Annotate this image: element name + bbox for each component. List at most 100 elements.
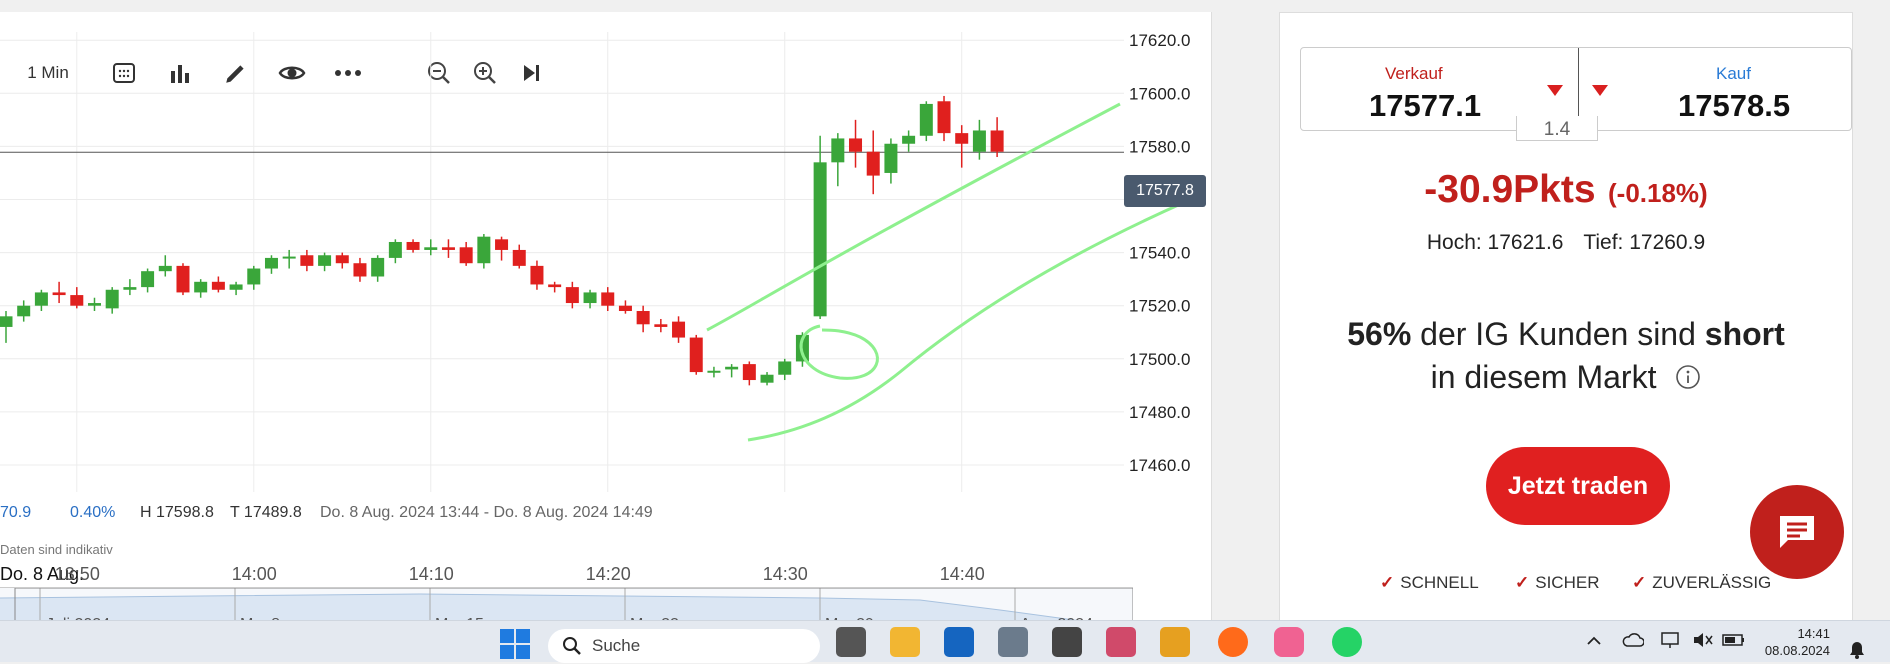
candle-body — [972, 130, 986, 152]
candle-body — [530, 265, 544, 285]
candle-body — [601, 292, 615, 306]
trade-now-button[interactable]: Jetzt traden — [1486, 447, 1670, 525]
candlestick-chart[interactable]: 17620.017600.017580.017560.017540.017520… — [0, 12, 1211, 572]
app-pen-icon[interactable] — [1160, 627, 1190, 657]
candle[interactable] — [441, 239, 455, 258]
candle[interactable] — [371, 255, 385, 282]
task-view-icon[interactable] — [836, 627, 866, 657]
clock[interactable]: 14:41 08.08.2024 — [1750, 625, 1830, 659]
candle[interactable] — [194, 279, 208, 298]
candle-body — [105, 289, 119, 309]
candle-body — [194, 281, 208, 293]
snipping-tool-icon[interactable] — [1106, 627, 1136, 657]
file-explorer-icon[interactable] — [890, 627, 920, 657]
candle[interactable] — [52, 281, 66, 304]
candle[interactable] — [937, 95, 951, 142]
candle[interactable] — [654, 318, 668, 333]
candle[interactable] — [672, 316, 686, 343]
candle[interactable] — [778, 358, 792, 381]
candle[interactable] — [211, 276, 225, 293]
candle[interactable] — [176, 263, 190, 296]
candle[interactable] — [105, 287, 119, 314]
x-tick-label: 14:40 — [939, 564, 985, 584]
candle-body — [229, 284, 243, 290]
taskbar-search[interactable]: Suche — [548, 629, 820, 663]
candle[interactable] — [141, 268, 155, 293]
candle[interactable] — [512, 244, 526, 269]
candle[interactable] — [34, 289, 48, 312]
candle[interactable] — [831, 133, 845, 187]
network-icon[interactable] — [1660, 631, 1682, 654]
candle[interactable] — [318, 252, 332, 272]
volume-muted-icon[interactable] — [1692, 631, 1714, 654]
client-sentiment: 56% der IG Kunden sind short in diesem M… — [1280, 313, 1852, 401]
outlook-icon[interactable] — [944, 627, 974, 657]
candle[interactable] — [601, 287, 615, 312]
candle[interactable] — [760, 372, 774, 386]
candle[interactable] — [689, 334, 703, 375]
candle[interactable] — [707, 366, 721, 378]
candle-body — [548, 284, 562, 288]
candle[interactable] — [335, 252, 349, 269]
candle-body — [618, 305, 632, 312]
candle[interactable] — [158, 255, 172, 277]
candle[interactable] — [229, 281, 243, 296]
candle[interactable] — [902, 130, 916, 152]
candle[interactable] — [70, 287, 84, 309]
high-low: Hoch: 17621.6 Tief: 17260.9 — [1280, 231, 1852, 255]
candle[interactable] — [866, 130, 880, 195]
start-icon[interactable] — [500, 629, 530, 659]
candle[interactable] — [565, 281, 579, 309]
x-tick-label: 14:10 — [408, 564, 454, 584]
candle[interactable] — [123, 279, 137, 296]
chat-button[interactable] — [1750, 485, 1844, 579]
feature-label: ZUVERLÄSSIG — [1652, 573, 1772, 592]
candle-body — [335, 255, 349, 264]
whatsapp-icon[interactable] — [1332, 627, 1362, 657]
candle[interactable] — [406, 239, 420, 253]
candle[interactable] — [17, 300, 31, 322]
candle[interactable] — [972, 119, 986, 160]
app-robot-icon[interactable] — [1052, 627, 1082, 657]
candle[interactable] — [849, 119, 863, 168]
cloud-icon[interactable] — [1622, 633, 1645, 652]
candle[interactable] — [990, 117, 1004, 158]
candle[interactable] — [477, 234, 491, 269]
candle[interactable] — [530, 260, 544, 290]
candle[interactable] — [548, 281, 562, 293]
chart-panel[interactable]: 1 Min 17620.0 17600.0 17580.0 17540.0 17… — [0, 12, 1212, 620]
buy-label: Kauf — [1716, 64, 1751, 83]
candle[interactable] — [636, 305, 650, 333]
battery-icon[interactable] — [1722, 631, 1746, 654]
stat-range: Do. 8 Aug. 2024 13:44 - Do. 8 Aug. 2024 … — [320, 504, 653, 521]
candle[interactable] — [247, 265, 261, 290]
music-icon[interactable] — [1274, 627, 1304, 657]
firefox-icon[interactable] — [1218, 627, 1248, 657]
candle-body — [247, 268, 261, 285]
candle-body — [583, 292, 597, 304]
candle[interactable] — [353, 257, 367, 282]
candle-body — [52, 292, 66, 296]
candle[interactable] — [495, 236, 509, 261]
candle[interactable] — [300, 249, 314, 272]
chevron-up-icon[interactable] — [1586, 633, 1602, 651]
y-tick-label: 17600.0 — [1129, 84, 1190, 103]
candle[interactable] — [87, 297, 101, 312]
buy-quote[interactable]: Kauf 17578.5 — [1578, 48, 1853, 130]
candle-body — [406, 241, 420, 250]
candle[interactable] — [725, 364, 739, 378]
candle[interactable] — [884, 138, 898, 184]
candle[interactable] — [264, 255, 278, 274]
info-icon[interactable] — [1675, 358, 1701, 401]
candle[interactable] — [919, 101, 933, 142]
calculator-icon[interactable] — [998, 627, 1028, 657]
navigator-strip[interactable] — [0, 587, 1133, 620]
candle[interactable] — [618, 300, 632, 314]
chat-icon — [1780, 516, 1814, 548]
candle[interactable] — [388, 239, 402, 264]
candle[interactable] — [742, 361, 756, 386]
candle[interactable] — [459, 241, 473, 266]
candle[interactable] — [813, 135, 827, 319]
candle[interactable] — [0, 311, 13, 343]
stat-low: T 17489.8 — [230, 504, 302, 521]
